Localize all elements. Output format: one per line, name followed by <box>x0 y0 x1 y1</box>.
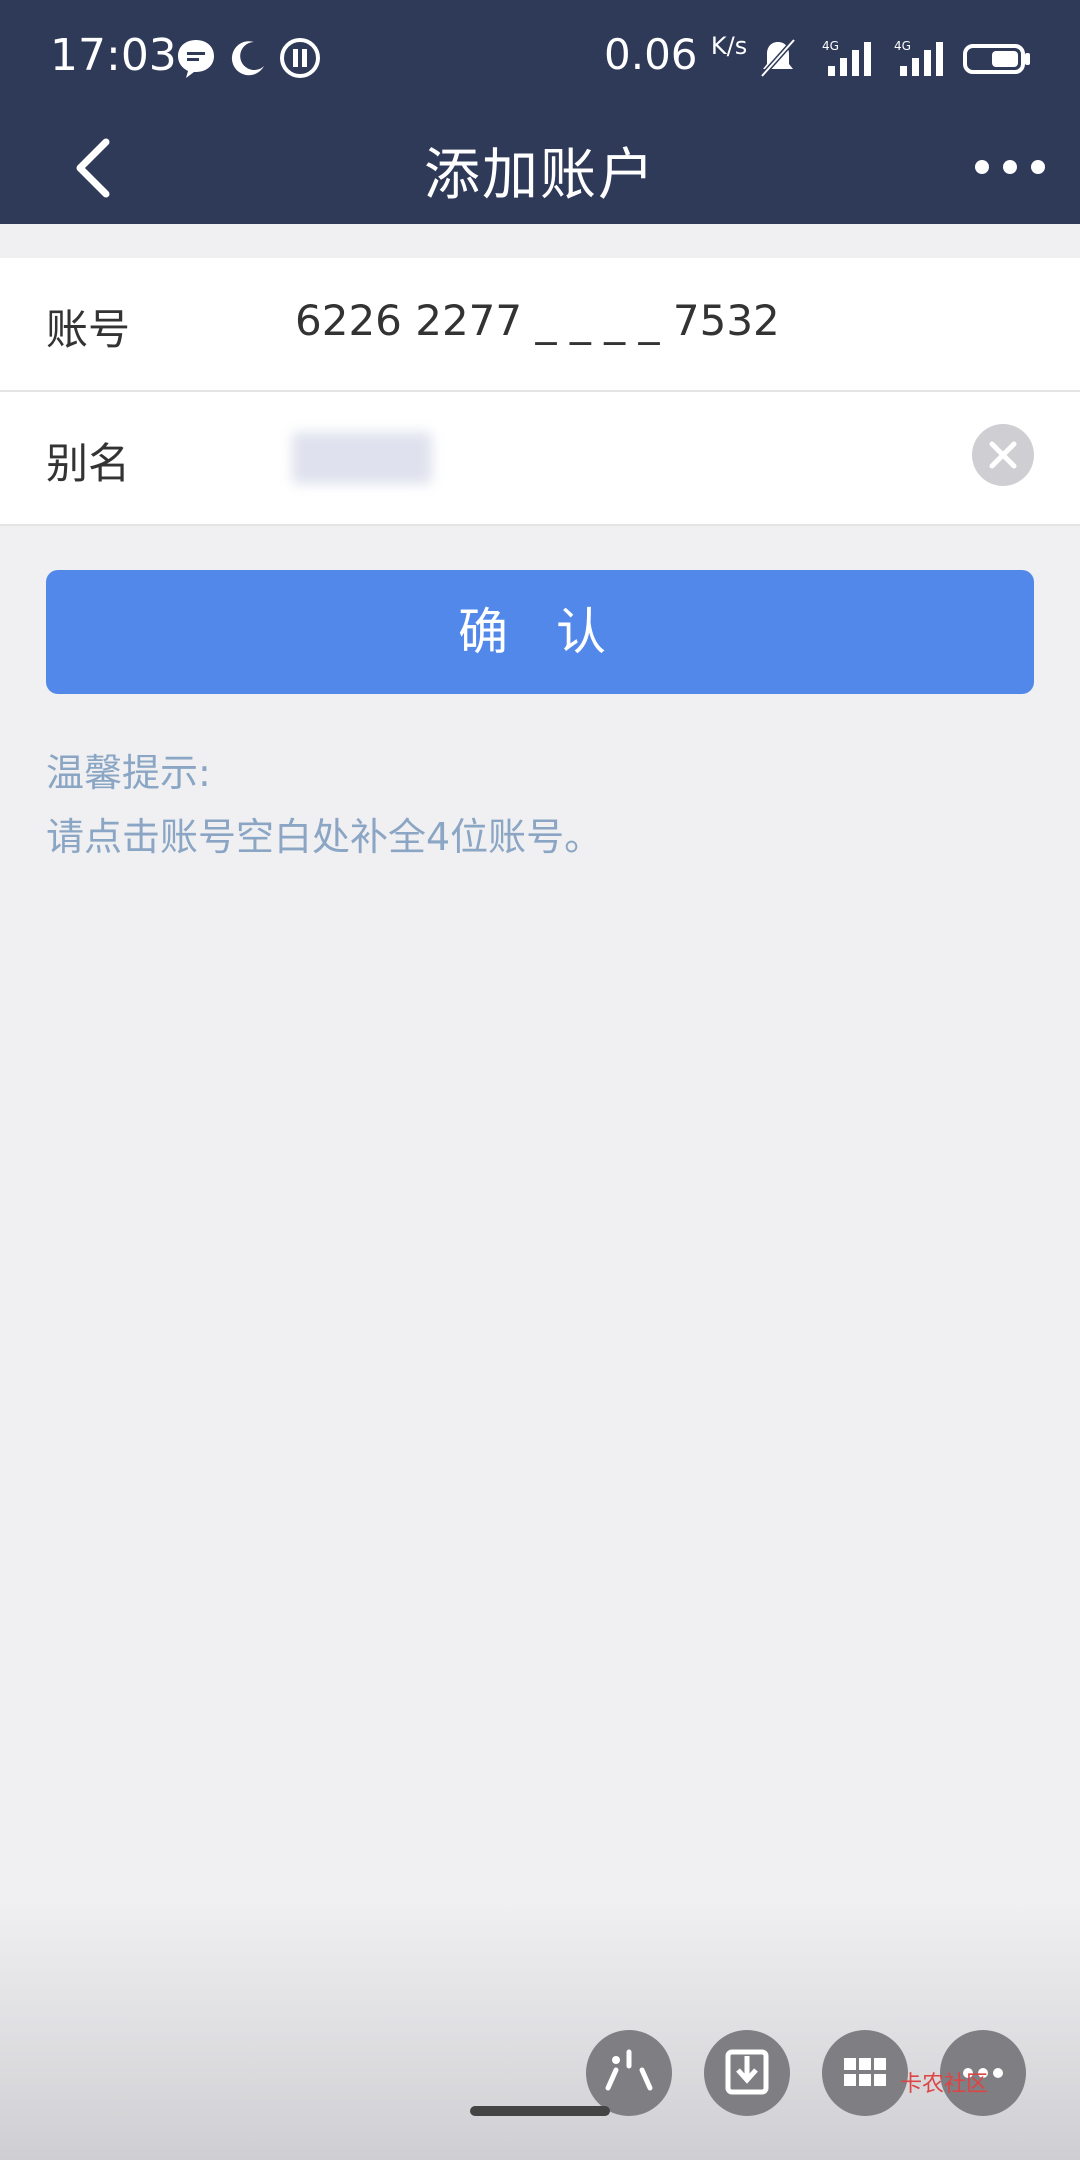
status-bar: 17:03 0.06 K/s 4G 4G <box>0 0 1080 112</box>
account-number-field[interactable]: 6226 2277 _ _ _ _ 7532 <box>295 296 780 345</box>
sparkle-icon <box>605 2049 653 2091</box>
bell-muted-icon <box>756 36 800 80</box>
download-icon <box>725 2049 769 2095</box>
confirm-button[interactable]: 确 认 <box>46 570 1034 694</box>
pause-circle-icon <box>278 36 322 80</box>
alias-row[interactable]: 别名 <box>0 392 1080 524</box>
page-title: 添加账户 <box>424 143 656 208</box>
signal-4g-icon: 4G <box>820 36 876 80</box>
account-row[interactable]: 账号 6226 2277 _ _ _ _ 7532 <box>0 258 1080 390</box>
download-button[interactable] <box>704 2030 790 2116</box>
message-bubble-icon <box>174 36 218 80</box>
nav-bar: 添加账户 <box>0 112 1080 224</box>
grid-icon <box>844 2058 886 2086</box>
svg-text:4G: 4G <box>822 39 839 53</box>
battery-icon <box>962 36 1032 80</box>
bottom-overlay <box>0 1900 1080 2160</box>
status-time: 17:03 <box>50 30 177 81</box>
watermark: 卡农社区 <box>900 2072 989 2097</box>
moon-icon <box>226 36 270 80</box>
signal-4g-icon: 4G <box>892 36 948 80</box>
svg-text:4G: 4G <box>894 39 911 53</box>
sparkle-button[interactable] <box>586 2030 672 2116</box>
more-button[interactable] <box>970 142 1050 192</box>
network-speed: 0.06 K/s <box>604 30 748 79</box>
tip-text: 请点击账号空白处补全4位账号。 <box>46 815 603 859</box>
tip-title: 温馨提示: <box>46 751 211 795</box>
divider <box>0 524 1080 526</box>
alias-label: 别名 <box>46 439 131 488</box>
home-indicator[interactable] <box>470 2106 610 2116</box>
grid-button[interactable] <box>822 2030 908 2116</box>
alias-input[interactable] <box>292 432 432 484</box>
account-label: 账号 <box>46 305 131 354</box>
more-dots-icon <box>975 160 1045 174</box>
clear-button[interactable] <box>972 424 1034 486</box>
close-icon <box>989 441 1017 469</box>
top-bar: 17:03 0.06 K/s 4G 4G 添加账户 <box>0 0 1080 224</box>
